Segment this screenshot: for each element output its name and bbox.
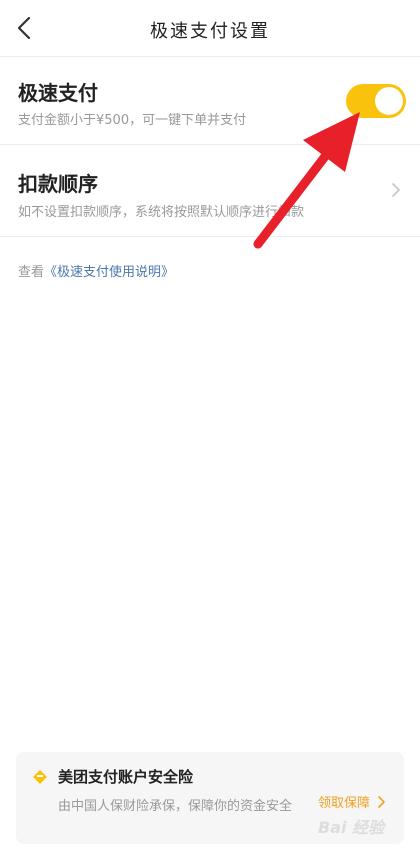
chevron-right-icon xyxy=(378,795,385,808)
help-prefix: 查看 xyxy=(18,265,45,280)
fast-pay-toggle[interactable] xyxy=(346,84,406,118)
insurance-description: 由中国人保财险承保，保障你的资金安全 xyxy=(58,799,293,814)
help-line: 查看《极速支付使用说明》 xyxy=(18,261,174,280)
insurance-title: 美团支付账户安全险 xyxy=(58,768,194,786)
fast-pay-row: 极速支付 支付金额小于¥500，可一键下单并支付 xyxy=(0,57,420,145)
fast-pay-description: 支付金额小于¥500，可一键下单并支付 xyxy=(18,113,247,128)
deduct-order-description: 如不设置扣款顺序，系统将按照默认顺序进行扣款 xyxy=(18,205,305,220)
watermark: Bai 经验 xyxy=(318,818,385,837)
nav-header: 极速支付设置 xyxy=(0,0,420,57)
deduct-order-title: 扣款顺序 xyxy=(18,172,98,196)
shield-diamond-icon xyxy=(33,770,47,784)
usage-guide-link[interactable]: 《极速支付使用说明》 xyxy=(44,265,174,280)
deduct-order-row[interactable]: 扣款顺序 如不设置扣款顺序，系统将按照默认顺序进行扣款 xyxy=(0,145,420,237)
chevron-right-icon xyxy=(392,183,400,197)
page-title: 极速支付设置 xyxy=(150,21,270,42)
fast-pay-title: 极速支付 xyxy=(18,81,98,105)
claim-protection-button[interactable]: 领取保障 xyxy=(318,792,386,811)
toggle-knob xyxy=(375,87,403,115)
page: 极速支付设置 极速支付 支付金额小于¥500，可一键下单并支付 扣款顺序 如不设… xyxy=(0,0,420,860)
claim-protection-label: 领取保障 xyxy=(318,796,371,811)
